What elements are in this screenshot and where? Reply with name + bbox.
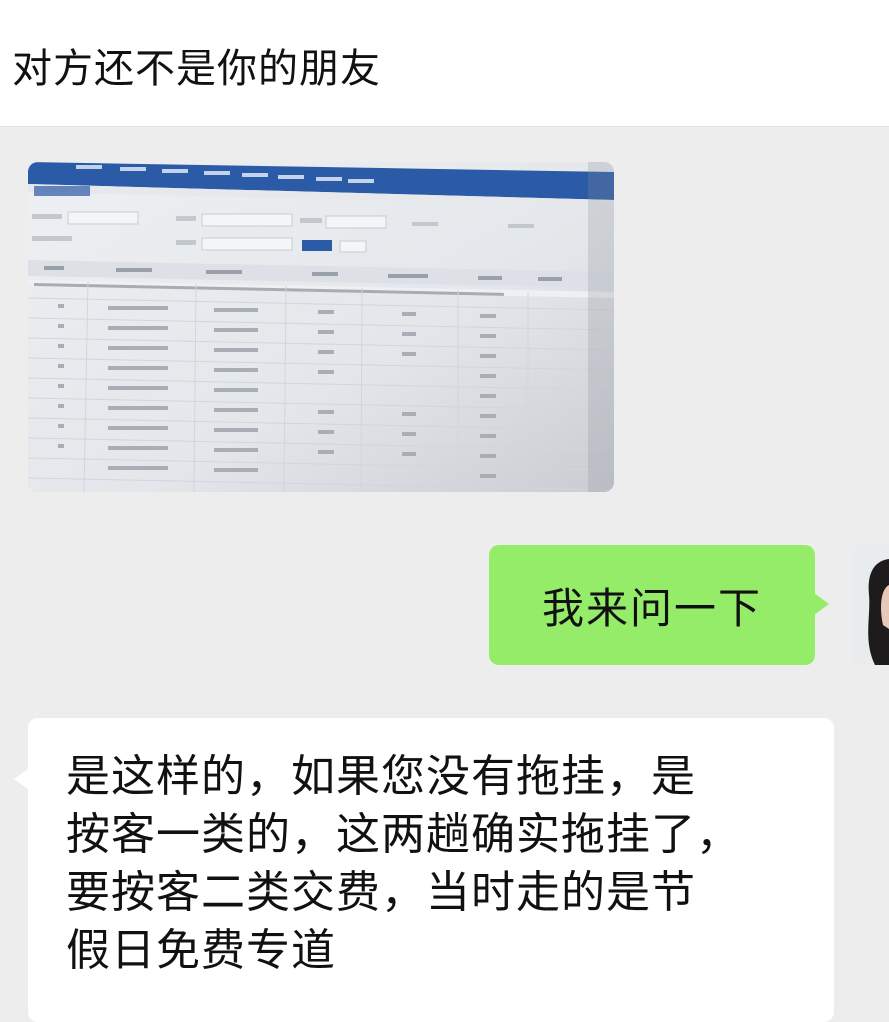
received-message-line: 要按客二类交费，当时走的是节 [66,867,696,918]
photo-of-monitor-screen [28,162,614,492]
received-message-line: 按客一类的，这两趟确实拖挂了， [66,809,741,860]
stranger-notice-text: 对方还不是你的朋友 [12,46,381,92]
received-message-line: 假日免费专道 [66,925,336,976]
user-avatar-photo [853,545,889,665]
notice-divider [0,126,889,127]
sent-message-text: 我来问一下 [541,583,762,633]
stranger-notice-bar: 对方还不是你的朋友 [0,0,889,126]
received-message-bubble[interactable]: 是这样的，如果您没有拖挂，是 按客一类的，这两趟确实拖挂了， 要按客二类交费，当… [14,718,834,1022]
user-avatar[interactable] [853,545,889,665]
received-message-line: 是这样的，如果您没有拖挂，是 [66,751,696,802]
sent-message-bubble[interactable]: 我来问一下 [489,545,829,665]
image-message[interactable] [28,162,614,492]
